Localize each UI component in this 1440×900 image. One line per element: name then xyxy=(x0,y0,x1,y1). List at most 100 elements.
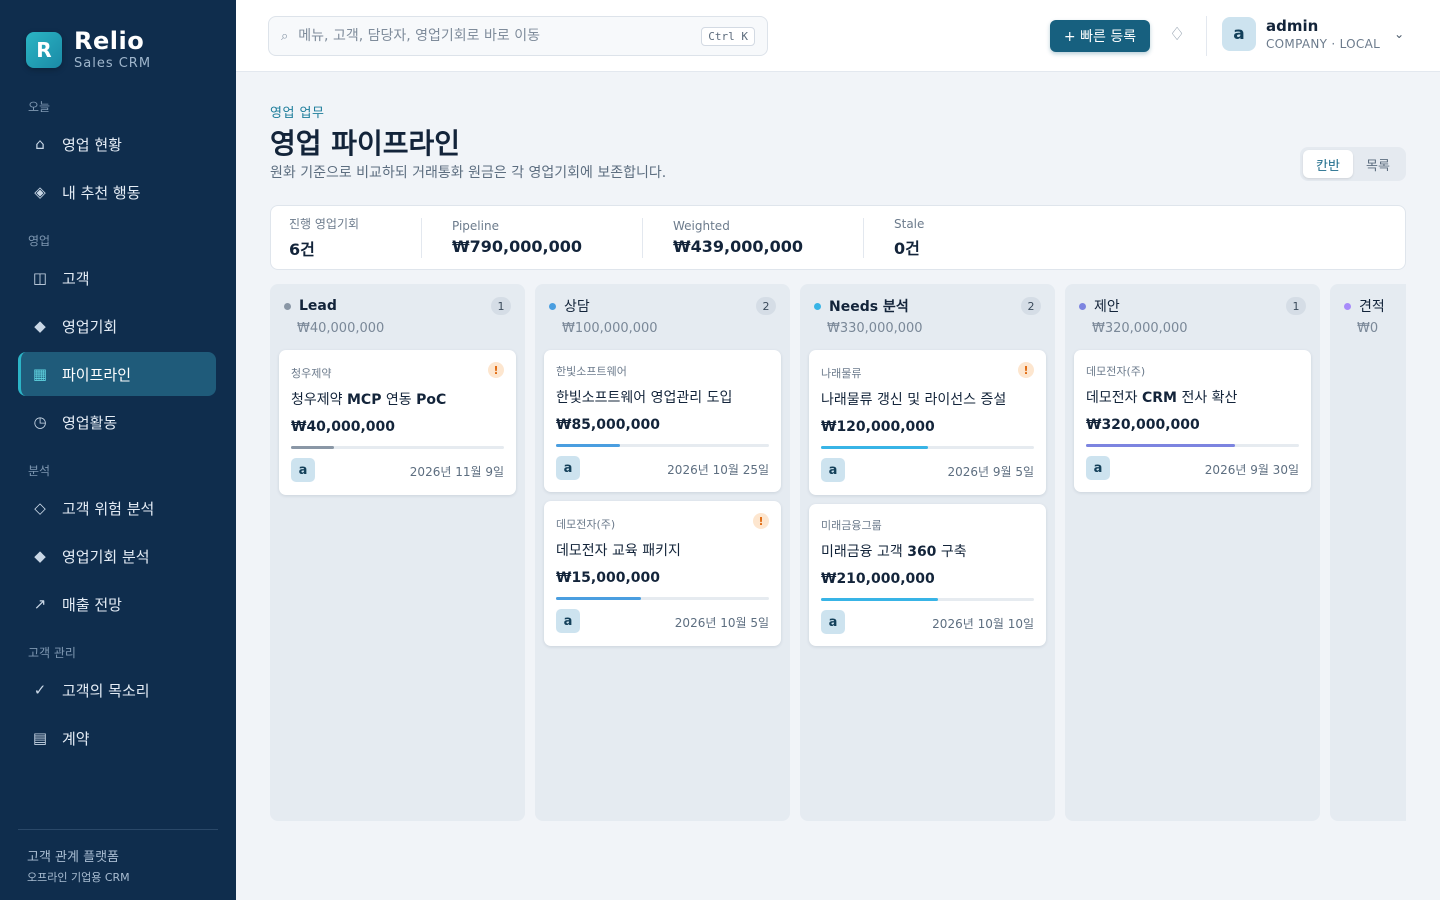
stat-value: ₩790,000,000 xyxy=(452,237,582,256)
columns-icon: ◫ xyxy=(32,269,48,287)
column-total: ₩40,000,000 xyxy=(297,321,385,336)
card-close-date: 2026년 11월 9일 xyxy=(409,465,504,479)
card-company: 데모전자(주) xyxy=(556,518,616,531)
search-input[interactable] xyxy=(298,28,702,44)
sidebar-item-customers[interactable]: ◫ 고객 xyxy=(18,256,216,300)
sidebar-footer: 고객 관계 플랫폼 오프라인 기업용 CRM xyxy=(18,829,218,885)
sidebar-item-dashboard[interactable]: ⌂ 영업 현황 xyxy=(18,122,216,166)
opportunity-card[interactable]: 나래물류! 나래물류 갱신 및 라이선스 증설 ₩120,000,000 a 2026년… xyxy=(809,350,1046,495)
user-menu[interactable]: a admin COMPANY · LOCAL ⌄ xyxy=(1222,17,1404,51)
column-count-badge: 2 xyxy=(1021,297,1041,315)
stat-value: ₩439,000,000 xyxy=(673,237,803,256)
card-company: 나래물류 xyxy=(821,367,862,380)
stage-dot-icon xyxy=(549,302,556,310)
card-title: 데모전자 교육 패키지 xyxy=(556,543,681,559)
card-progress-fill xyxy=(556,597,642,600)
opportunity-card[interactable]: 미래금융그룹 미래금융 고객 360 구축 ₩210,000,000 a 2026년 1… xyxy=(809,504,1046,646)
card-company: 데모전자(주) xyxy=(1086,365,1146,378)
page-eyebrow: 영업 업무 xyxy=(270,106,325,121)
nav-section-analysis: 분석 xyxy=(28,464,51,478)
sidebar-item-activities[interactable]: ◷ 영업활동 xyxy=(18,400,216,444)
view-toggle: 칸반 목록 xyxy=(1300,147,1406,181)
user-name: admin xyxy=(1266,17,1319,35)
card-progress-bar xyxy=(556,444,769,447)
card-title: 나래물류 갱신 및 라이선스 증설 xyxy=(821,392,1007,408)
warning-icon: ! xyxy=(753,513,769,529)
opportunity-card[interactable]: 청우제약! 청우제약 MCP 연동 PoC ₩40,000,000 a 2026년 11… xyxy=(279,350,516,495)
column-title: 상담 xyxy=(564,299,590,315)
sidebar-item-opportunity-analysis[interactable]: ◆ 영업기회 분석 xyxy=(18,534,216,578)
home-icon: ⌂ xyxy=(35,135,45,153)
card-progress-fill xyxy=(556,444,620,447)
stat-label: Stale xyxy=(894,216,925,231)
column-total: ₩0 xyxy=(1357,321,1379,336)
nav-section-customer-care: 고객 관리 xyxy=(28,646,76,660)
column-header: Lead 1 xyxy=(284,296,511,316)
kanban-board: Lead 1 ₩40,000,000 청우제약! 청우제약 MCP 연동 PoC ₩40,… xyxy=(270,284,1406,821)
clock-icon: ◷ xyxy=(33,413,47,431)
column-header: Needs 분석 2 xyxy=(814,296,1041,316)
sidebar-item-pipeline[interactable]: ▦ 파이프라인 xyxy=(18,352,216,396)
card-title: 데모전자 CRM 전사 확산 xyxy=(1086,390,1238,406)
sidebar-item-forecast[interactable]: ↗ 매출 전망 xyxy=(18,582,216,626)
column-title: 견적 xyxy=(1359,299,1385,315)
pipeline-stats: 진행 영업기회 6건 Pipeline ₩790,000,000 Weighte… xyxy=(270,205,1406,270)
stat-label: 진행 영업기회 xyxy=(289,217,360,231)
quick-add-button[interactable]: + 빠른 등록 xyxy=(1050,20,1150,52)
column-proposal: 제안 1 ₩320,000,000 데모전자(주) 데모전자 CRM 전사 확산 ₩320… xyxy=(1065,284,1320,821)
column-count-badge: 2 xyxy=(756,297,776,315)
sidebar-item-label: 파이프라인 xyxy=(62,365,132,384)
owner-avatar[interactable]: a xyxy=(821,610,845,634)
column-title: Needs 분석 xyxy=(829,299,909,315)
search-shortcut-hint: Ctrl K xyxy=(701,26,755,46)
grid-icon: ▦ xyxy=(32,365,48,383)
trend-arrow-icon: ↗ xyxy=(33,595,47,613)
column-count-badge: 1 xyxy=(1286,297,1306,315)
topbar-divider xyxy=(1206,16,1207,56)
card-amount: ₩40,000,000 xyxy=(291,419,396,435)
card-progress-bar xyxy=(291,446,504,449)
warning-icon: ! xyxy=(488,362,504,378)
card-progress-bar xyxy=(821,598,1034,601)
sidebar-item-label: 고객 위험 분석 xyxy=(62,499,155,518)
card-amount: ₩85,000,000 xyxy=(556,417,661,433)
sidebar-item-label: 매출 전망 xyxy=(62,595,122,614)
opportunity-card[interactable]: 한빛소프트웨어 한빛소프트웨어 영업관리 도입 ₩85,000,000 a 2026년 … xyxy=(544,350,781,492)
card-amount: ₩15,000,000 xyxy=(556,570,661,586)
owner-avatar[interactable]: a xyxy=(1086,456,1110,480)
opportunity-card[interactable]: 데모전자(주)! 데모전자 교육 패키지 ₩15,000,000 a 2026년 10월… xyxy=(544,501,781,646)
sidebar-item-label: 고객의 목소리 xyxy=(62,681,150,700)
card-progress-bar xyxy=(821,446,1034,449)
column-total: ₩330,000,000 xyxy=(827,321,923,336)
column-count-badge: 1 xyxy=(491,297,511,315)
owner-avatar[interactable]: a xyxy=(821,458,845,482)
column-lead: Lead 1 ₩40,000,000 청우제약! 청우제약 MCP 연동 PoC ₩40,… xyxy=(270,284,525,821)
card-company: 미래금융그룹 xyxy=(821,519,882,532)
owner-avatar[interactable]: a xyxy=(556,456,580,480)
sidebar-item-recommended-actions[interactable]: ◈ 내 추천 행동 xyxy=(18,170,216,214)
sidebar-item-label: 고객 xyxy=(62,269,90,288)
sidebar: R Relio Sales CRM 오늘 ⌂ 영업 현황 ◈ 내 추천 행동 영… xyxy=(0,0,236,900)
card-amount: ₩120,000,000 xyxy=(821,419,935,435)
card-company: 청우제약 xyxy=(291,367,332,380)
owner-avatar[interactable]: a xyxy=(556,609,580,633)
diamond-outline-icon: ◇ xyxy=(34,499,46,517)
stage-dot-icon xyxy=(814,302,821,310)
sidebar-item-customer-risk[interactable]: ◇ 고객 위험 분석 xyxy=(18,486,216,530)
opportunity-card[interactable]: 데모전자(주) 데모전자 CRM 전사 확산 ₩320,000,000 a 2026년 … xyxy=(1074,350,1311,492)
view-list-button[interactable]: 목록 xyxy=(1353,150,1403,178)
sidebar-item-voice-of-customer[interactable]: ✓ 고객의 목소리 xyxy=(18,668,216,712)
stage-dot-icon xyxy=(284,302,291,310)
view-kanban-button[interactable]: 칸반 xyxy=(1303,150,1353,178)
user-role: COMPANY · LOCAL xyxy=(1266,37,1381,51)
stat-label: Pipeline xyxy=(452,219,499,233)
owner-avatar[interactable]: a xyxy=(291,458,315,482)
stat-pipeline: Pipeline ₩790,000,000 xyxy=(452,217,643,258)
sidebar-item-contracts[interactable]: ▤ 계약 xyxy=(18,716,216,760)
card-progress-fill xyxy=(821,446,928,449)
sidebar-item-opportunities[interactable]: ◆ 영업기회 xyxy=(18,304,216,348)
notification-icon[interactable]: ♢ xyxy=(1169,24,1185,45)
brand[interactable]: R Relio Sales CRM xyxy=(26,28,151,71)
global-search[interactable]: ⌕ Ctrl K xyxy=(268,16,768,56)
diamond-icon: ◈ xyxy=(34,183,46,201)
